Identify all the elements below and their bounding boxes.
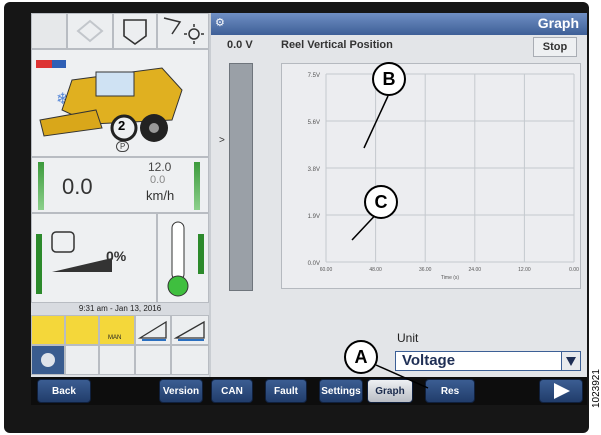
document-number-text: 1023921 xyxy=(591,369,601,408)
document-number: 1023921 xyxy=(589,330,601,410)
callout-leaders xyxy=(351,95,429,389)
callout-b: B xyxy=(372,62,406,96)
callout-c: C xyxy=(364,185,398,219)
callout-a: A xyxy=(344,340,378,374)
